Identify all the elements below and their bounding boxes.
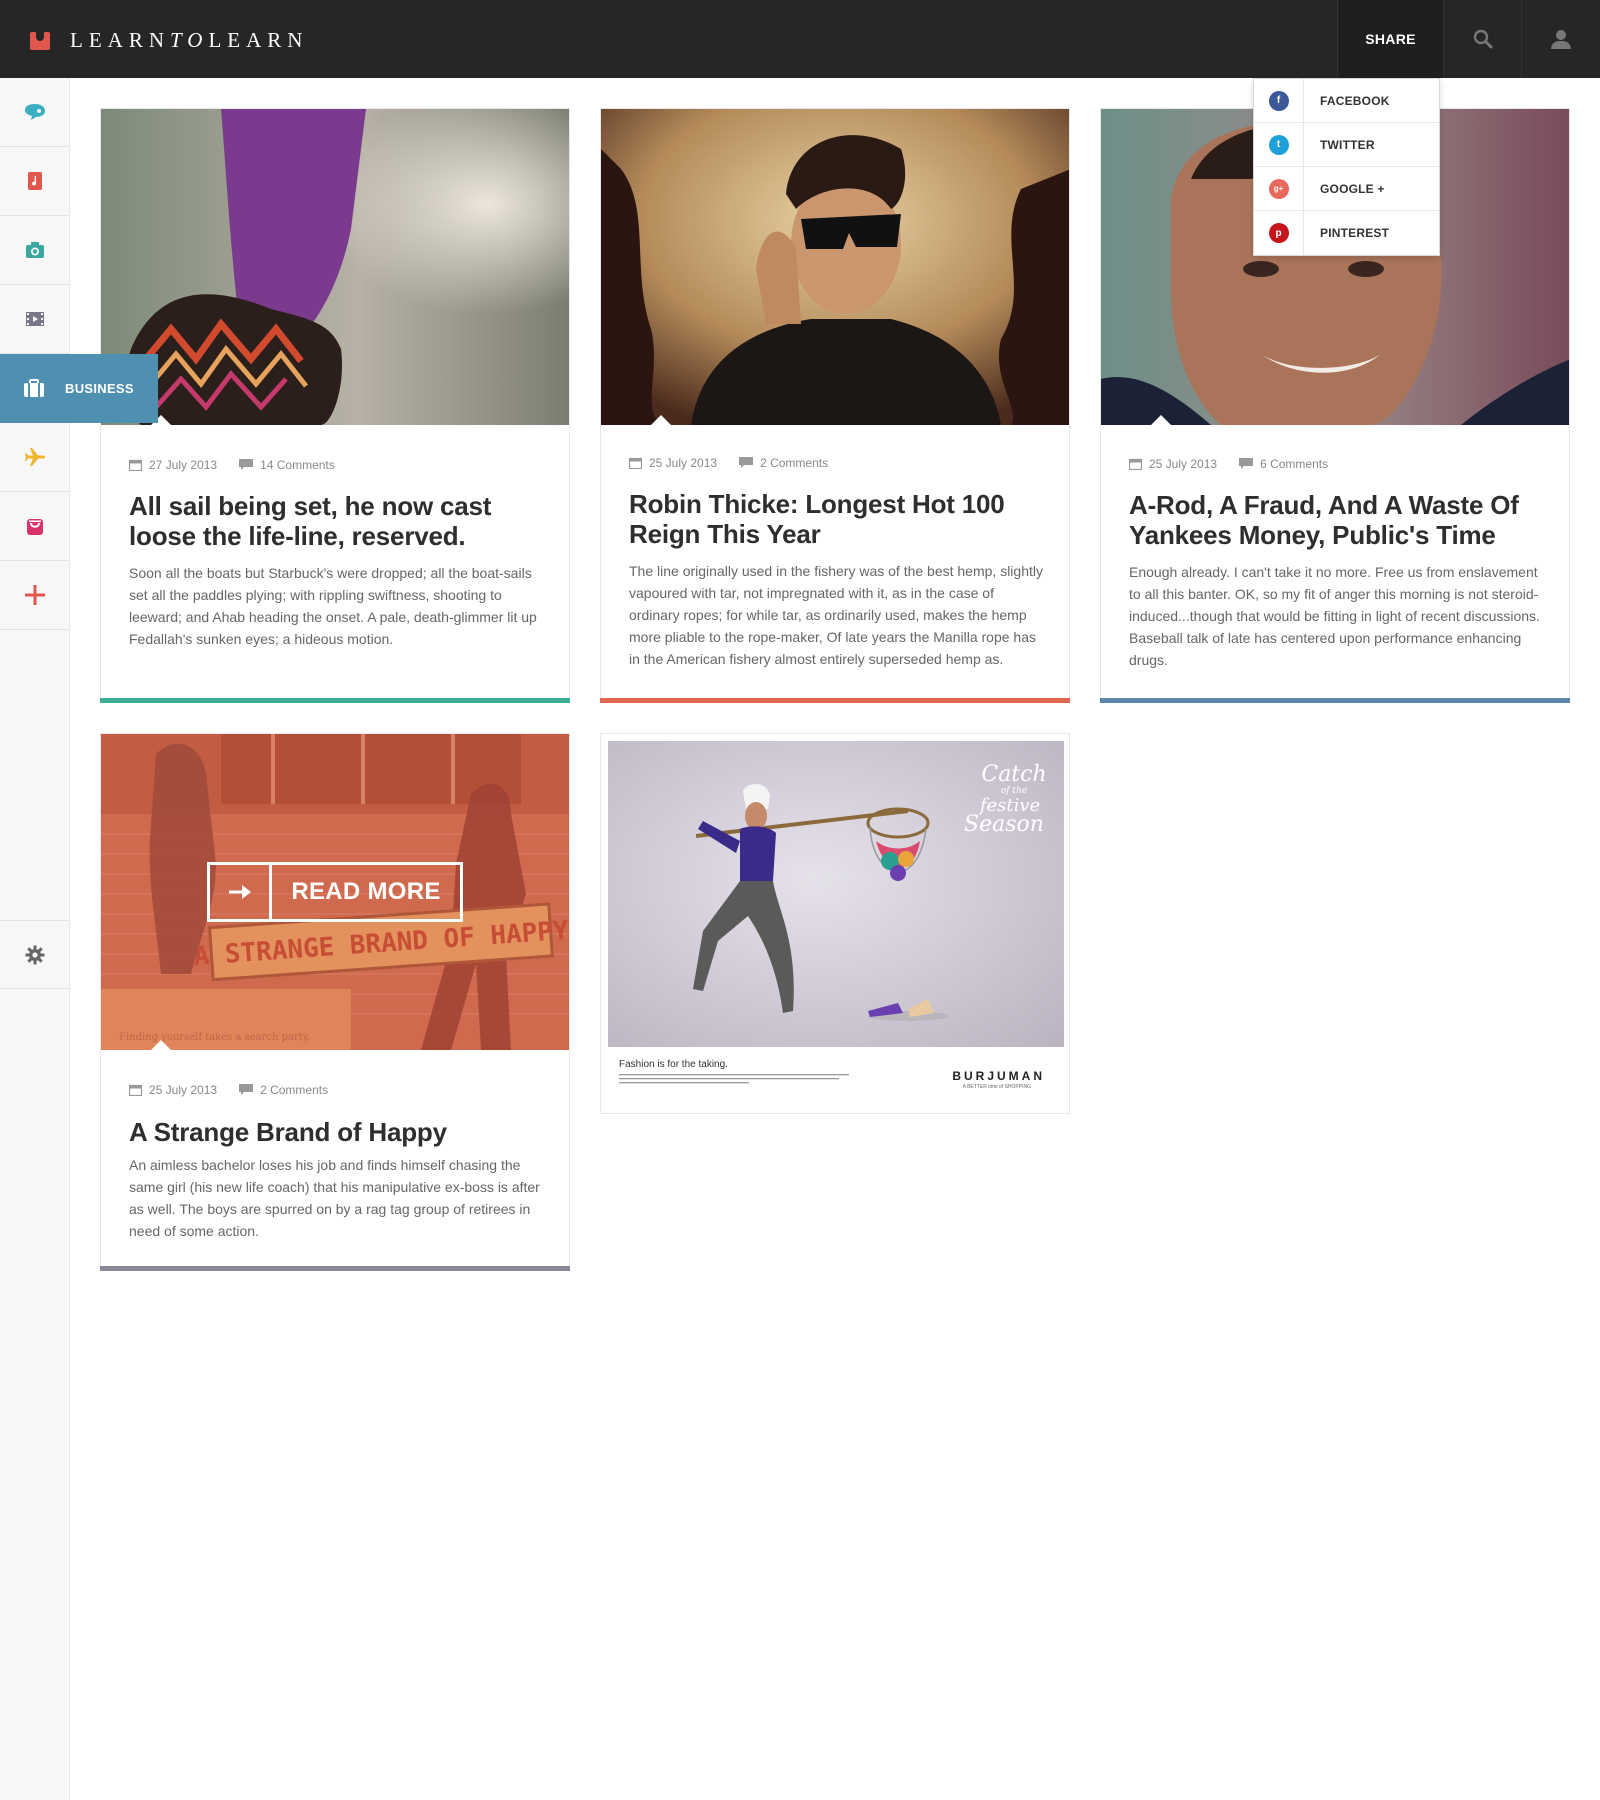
post-accent-bar (1100, 698, 1570, 703)
post-excerpt: Enough already. I can't take it no more.… (1129, 564, 1540, 668)
user-icon (1551, 30, 1571, 49)
sidebar-item-label: BUSINESS (65, 381, 134, 396)
pinterest-icon: p (1268, 223, 1289, 243)
sidebar-item-music[interactable] (0, 147, 69, 216)
sidebar-item-travel[interactable] (0, 423, 69, 492)
post-card[interactable]: 27 July 2013 14 Comments All sail being … (100, 108, 570, 703)
post-image[interactable] (101, 109, 569, 425)
comment-icon (239, 459, 254, 470)
site-logo[interactable]: LEARNTOLEARN (30, 28, 308, 53)
film-icon (25, 312, 44, 326)
post-excerpt: Soon all the boats but Starbuck's were d… (129, 565, 537, 647)
plane-icon (24, 448, 45, 466)
post-date: 25 July 2013 (1149, 457, 1218, 471)
user-button[interactable] (1522, 0, 1600, 78)
camera-icon (25, 242, 44, 258)
post-title[interactable]: A Strange Brand of Happy (129, 1117, 541, 1147)
post-comments[interactable]: 2 Comments (760, 456, 828, 470)
share-facebook[interactable]: f FACEBOOK (1254, 78, 1439, 123)
post-card[interactable]: A STRANGE BRAND OF HAPPY Finding yoursel… (100, 733, 570, 1271)
share-twitter[interactable]: t TWITTER (1254, 122, 1439, 167)
read-more-button[interactable]: READ MORE (207, 862, 463, 922)
comment-icon (1239, 458, 1254, 469)
music-icon (27, 172, 42, 190)
ad-brand-logo: BURJUMAN (952, 1069, 1045, 1083)
share-item-label: PINTEREST (1320, 226, 1390, 240)
logo-mark-icon (30, 31, 50, 50)
search-icon (1473, 29, 1492, 49)
post-image[interactable] (601, 109, 1069, 425)
post-title[interactable]: Robin Thicke: Longest Hot 100 Reign This… (629, 489, 1041, 549)
sidebar-item-video[interactable] (0, 285, 69, 354)
ad-card[interactable]: Catch of the festive Season Fashion is f… (600, 733, 1070, 1114)
chat-icon (24, 104, 45, 120)
post-excerpt: An aimless bachelor loses his job and fi… (129, 1157, 540, 1239)
post-meta: 25 July 2013 2 Comments (129, 1083, 328, 1097)
post-comments[interactable]: 6 Comments (1260, 457, 1328, 471)
post-date: 25 July 2013 (649, 456, 718, 470)
settings-button[interactable] (0, 920, 70, 989)
facebook-icon: f (1268, 90, 1289, 111)
share-pinterest[interactable]: p PINTEREST (1254, 211, 1439, 255)
share-item-label: TWITTER (1320, 137, 1375, 152)
briefcase-icon (24, 379, 44, 397)
sidebar-item-add[interactable] (0, 561, 69, 630)
comment-icon (739, 457, 754, 468)
sidebar-item-chat[interactable] (0, 78, 69, 147)
ad-script-line: Season (964, 812, 1044, 837)
post-date: 27 July 2013 (149, 458, 218, 472)
post-image[interactable]: A STRANGE BRAND OF HAPPY Finding yoursel… (101, 734, 569, 1050)
share-item-label: GOOGLE + (1320, 181, 1385, 196)
google-plus-icon: g+ (1268, 178, 1289, 199)
ad-script-line: Catch (981, 762, 1046, 787)
ad-image[interactable]: Catch of the festive Season (608, 741, 1064, 1047)
calendar-icon (129, 1084, 142, 1096)
post-title[interactable]: A-Rod, A Fraud, And A Waste Of Yankees M… (1129, 490, 1541, 550)
post-date: 25 July 2013 (149, 1083, 218, 1097)
post-accent-bar (100, 1266, 570, 1271)
calendar-icon (129, 459, 142, 471)
logo-text: LEARNTOLEARN (70, 28, 309, 52)
share-item-label: FACEBOOK (1320, 93, 1390, 108)
post-comments[interactable]: 2 Comments (260, 1083, 328, 1097)
twitter-icon: t (1268, 134, 1289, 155)
share-google-plus[interactable]: g+ GOOGLE + (1254, 166, 1439, 211)
comment-icon (239, 1084, 254, 1095)
post-card[interactable]: 25 July 2013 2 Comments Robin Thicke: Lo… (600, 108, 1070, 703)
top-bar: LEARNTOLEARN SHARE (0, 0, 1600, 78)
search-button[interactable] (1444, 0, 1522, 78)
post-meta: 25 July 2013 2 Comments (629, 456, 828, 470)
gear-icon (25, 945, 45, 964)
ad-fine-print (619, 1074, 849, 1084)
post-accent-bar (100, 698, 570, 703)
plus-icon (24, 585, 45, 605)
ad-brand-tagline: A BETTER time of SHOPPING (962, 1084, 1031, 1090)
poster-tagline: Finding yourself takes a search party. (119, 1032, 310, 1043)
post-comments[interactable]: 14 Comments (260, 458, 335, 472)
ad-caption: Fashion is for the taking. (619, 1059, 728, 1070)
share-button[interactable]: SHARE (1337, 0, 1444, 78)
calendar-icon (1129, 458, 1142, 470)
arrow-right-icon (210, 865, 272, 919)
share-dropdown: f FACEBOOK t TWITTER g+ GOOGLE + p PINTE… (1253, 78, 1440, 256)
sidebar-item-shopping[interactable] (0, 492, 69, 561)
post-meta: 27 July 2013 14 Comments (129, 458, 335, 472)
sidebar-item-photo[interactable] (0, 216, 69, 285)
calendar-icon (629, 457, 642, 469)
sidebar-item-business[interactable]: BUSINESS (0, 354, 158, 423)
shopping-bag-icon (26, 519, 43, 535)
post-accent-bar (600, 698, 1070, 703)
post-excerpt: The line originally used in the fishery … (629, 563, 1043, 667)
read-more-label: READ MORE (291, 878, 441, 905)
post-meta: 25 July 2013 6 Comments (1129, 457, 1328, 471)
post-title[interactable]: All sail being set, he now cast loose th… (129, 491, 541, 551)
